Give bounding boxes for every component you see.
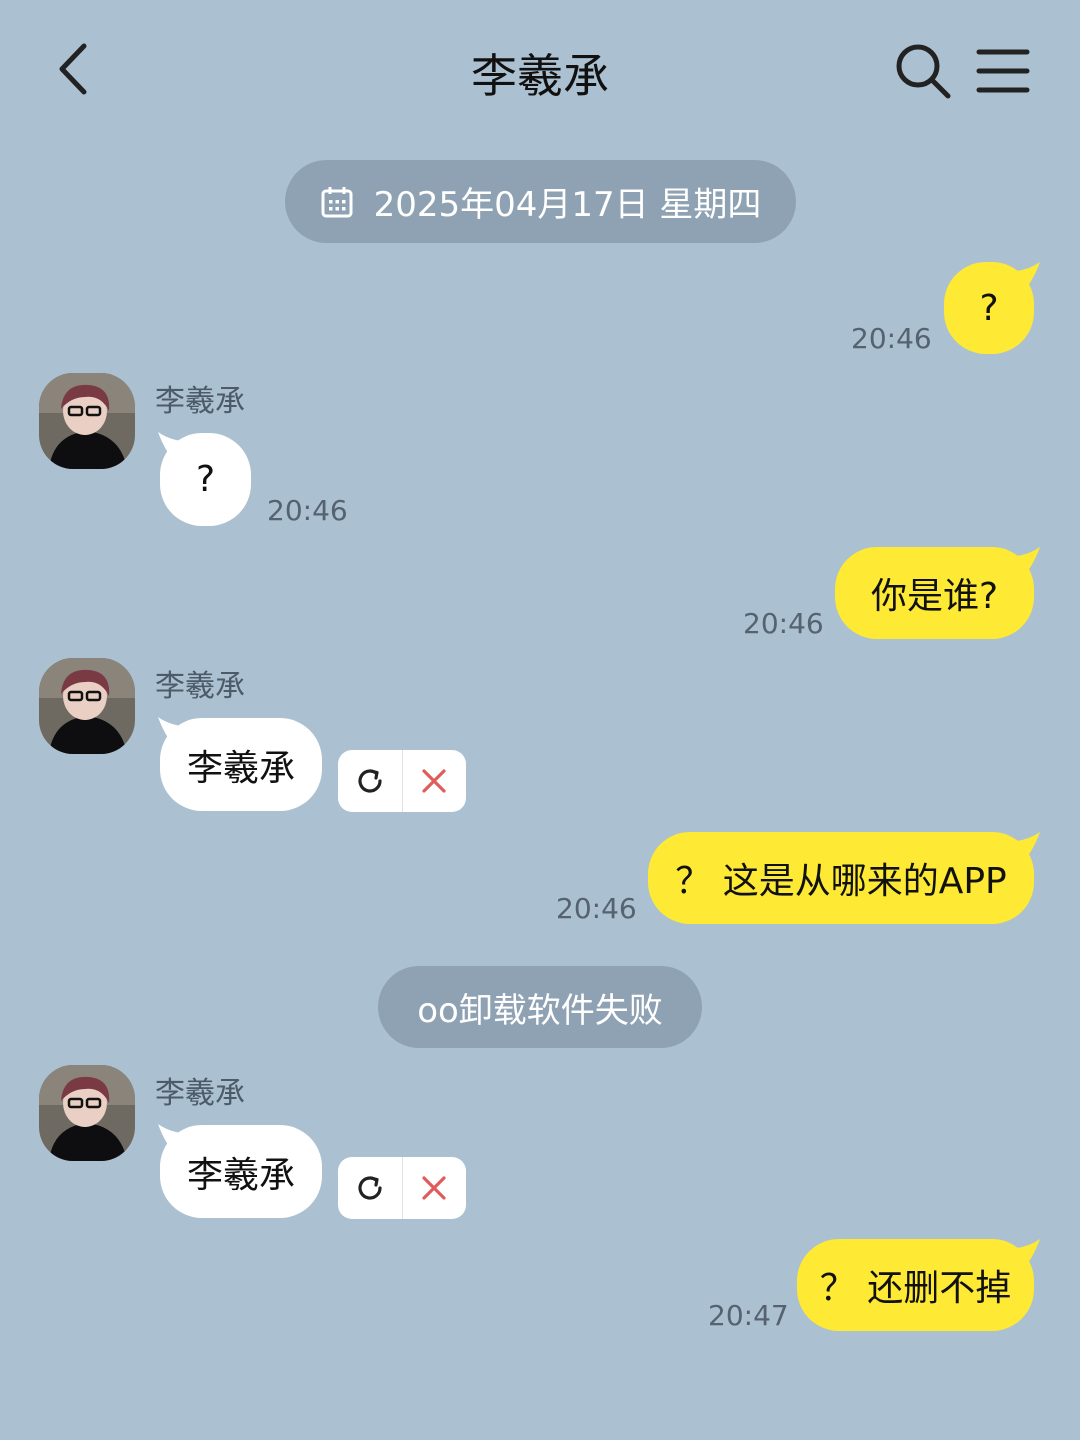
failed-send-actions	[338, 1157, 466, 1219]
system-notice: oo卸载软件失败	[378, 966, 702, 1048]
menu-icon	[976, 49, 1030, 93]
sender-name: 李羲承	[155, 669, 245, 704]
date-divider: 2025年04月17日 星期四	[285, 160, 796, 243]
refresh-icon	[358, 1176, 382, 1200]
calendar-icon	[321, 186, 353, 217]
message-bubble[interactable]: ？ 这是从哪来的APP	[648, 832, 1034, 924]
message-bubble[interactable]: ?	[944, 262, 1034, 354]
message-time: 20:46	[851, 322, 932, 355]
message-time: 20:46	[267, 494, 348, 527]
message-bubble[interactable]: 李羲承	[160, 1125, 322, 1218]
failed-send-actions	[338, 750, 466, 812]
close-icon	[422, 1176, 446, 1200]
delete-button[interactable]	[401, 1157, 467, 1219]
resend-button[interactable]	[338, 750, 402, 812]
avatar[interactable]	[39, 658, 135, 754]
message-bubble[interactable]: 李羲承	[160, 718, 322, 811]
message-bubble[interactable]: ？ 还删不掉	[797, 1239, 1034, 1331]
message-time: 20:46	[556, 892, 637, 925]
message-bubble[interactable]: 你是谁?	[835, 547, 1034, 639]
date-text: 2025年04月17日 星期四	[373, 185, 762, 225]
avatar[interactable]	[39, 1065, 135, 1161]
message-time: 20:47	[708, 1299, 789, 1332]
close-icon	[422, 769, 446, 793]
search-button[interactable]	[894, 42, 952, 100]
resend-button[interactable]	[338, 1157, 402, 1219]
sender-name: 李羲承	[155, 1076, 245, 1111]
message-bubble[interactable]: ?	[160, 433, 251, 526]
refresh-icon	[358, 769, 382, 793]
avatar[interactable]	[39, 373, 135, 469]
message-time: 20:46	[743, 607, 824, 640]
sender-name: 李羲承	[155, 384, 245, 419]
menu-button[interactable]	[975, 46, 1031, 96]
search-icon	[896, 44, 951, 99]
delete-button[interactable]	[401, 750, 467, 812]
